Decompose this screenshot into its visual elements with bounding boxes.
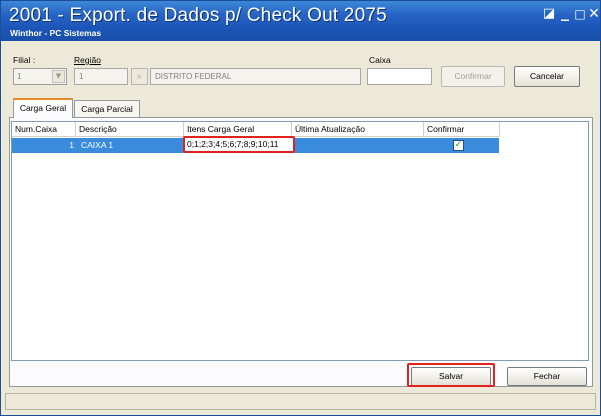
column-header-ultima-atualizacao[interactable]: Última Atualização [292,122,424,137]
salvar-highlight [407,363,495,387]
column-header-descricao[interactable]: Descrição [76,122,184,137]
column-header-confirmar[interactable]: Confirmar [424,122,500,137]
caixa-input[interactable] [367,68,432,85]
close-icon[interactable]: ✕ [587,7,600,21]
chevron-down-icon[interactable]: ▼ [52,70,65,83]
cell-ultima-atualizacao [297,138,422,153]
window-title: 2001 - Export. de Dados p/ Check Out 207… [9,5,387,26]
minimize-icon[interactable]: _ [558,4,572,21]
cell-num-caixa: 1 [69,140,74,150]
confirmar-checkbox[interactable]: ✓ [453,140,464,151]
cancelar-button[interactable]: Cancelar [514,66,580,87]
column-header-itens-carga-geral[interactable]: Itens Carga Geral [184,122,292,137]
title-bar[interactable]: 2001 - Export. de Dados p/ Check Out 207… [1,1,600,41]
regiao-label: Região [74,55,101,65]
tab-carga-parcial[interactable]: Carga Parcial [74,100,140,117]
cell-itens-carga-geral[interactable]: 0;1;2;3;4;5;6;7;8;9;10;11 [183,136,295,153]
caixa-label: Caixa [369,55,391,65]
window-subtitle: Winthor - PC Sistemas [10,28,102,38]
regiao-code-input[interactable]: 1 [74,68,128,85]
search-region-icon[interactable]: ⌕ [131,68,148,85]
regiao-name-field: DISTRITO FEDERAL [150,68,361,85]
fechar-button[interactable]: Fechar [507,367,587,386]
confirmar-button[interactable]: Confirmar [441,66,505,87]
pin-icon[interactable]: ◪ [542,7,556,21]
table-row[interactable]: 1 CAIXA 1 0;1;2;3;4;5;6;7;8;9;10;11 ✓ [12,136,499,153]
data-grid[interactable]: Num.Caixa Descrição Itens Carga Geral Úl… [11,121,589,361]
filial-value: 1 [17,72,22,81]
maximize-icon[interactable]: □ [573,7,587,21]
filial-label: Filial : [13,55,36,65]
cell-descricao: CAIXA 1 [81,140,114,150]
export-window: 2001 - Export. de Dados p/ Check Out 207… [0,0,601,416]
column-header-num-caixa[interactable]: Num.Caixa [12,122,76,137]
filial-select[interactable]: 1 ▼ [13,68,67,85]
status-bar [5,393,596,410]
tab-carga-geral[interactable]: Carga Geral [13,98,73,118]
